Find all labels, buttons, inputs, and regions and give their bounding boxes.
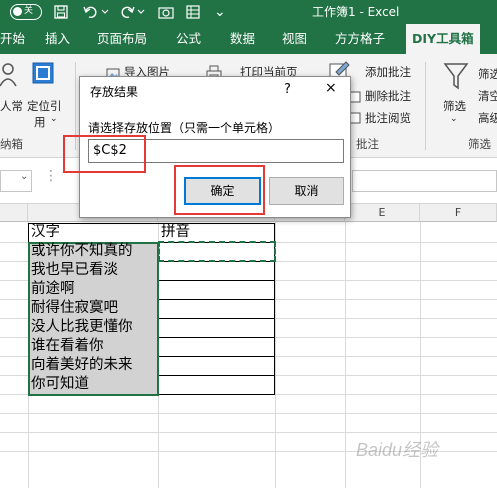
- person-icon[interactable]: [0, 60, 20, 88]
- table-border: [158, 280, 275, 281]
- undo-dropdown-icon[interactable]: [101, 9, 109, 15]
- save-icon[interactable]: [54, 5, 68, 19]
- table-border: [28, 223, 29, 243]
- autosave-toggle[interactable]: 关: [10, 4, 42, 20]
- tab-view[interactable]: 视图: [282, 24, 307, 54]
- table-border: [158, 356, 275, 357]
- column-header-e[interactable]: E: [345, 204, 420, 222]
- window-title: 工作簿1 - Excel: [312, 5, 400, 19]
- ribbon-tabs: 开始 插入 页面布局 公式 数据 视图 方方格子 DIY工具箱: [0, 24, 497, 54]
- copy-marquee: [158, 241, 276, 262]
- qat-more-icon[interactable]: ⌄: [214, 0, 226, 24]
- highlight-box-input: [63, 135, 146, 173]
- tab-page-layout[interactable]: 页面布局: [97, 24, 147, 54]
- gridline: [0, 432, 497, 433]
- undo-icon[interactable]: [83, 4, 99, 20]
- tab-diy-toolbox[interactable]: DIY工具箱: [406, 24, 480, 54]
- clear-menu-item[interactable]: 清空: [478, 88, 497, 104]
- add-comment-button[interactable]: 添加批注: [365, 64, 411, 80]
- dialog-title: 存放结果: [90, 85, 139, 99]
- cell-b8[interactable]: 向着美好的未来: [30, 356, 157, 375]
- chevron-down-icon[interactable]: ⌄: [20, 171, 28, 182]
- fixed-ref-sub-label: 用: [34, 115, 46, 129]
- help-button[interactable]: ?: [284, 82, 291, 97]
- redo-dropdown-icon[interactable]: [137, 9, 145, 15]
- autosave-label: 关: [24, 6, 34, 16]
- more-dots-icon: ⋮: [44, 168, 58, 184]
- table-border: [158, 394, 275, 395]
- worksheet-grid[interactable]: B C D E F 汉字 拼音 或许你不知真的 我也早已看淡 前途啊 耐得住寂寞…: [0, 204, 497, 488]
- highlight-box-ok: [174, 165, 265, 215]
- delete-comment-button[interactable]: 删除批注: [365, 88, 411, 104]
- watermark: Baidu经验: [356, 440, 439, 460]
- table-border: [158, 337, 275, 338]
- chevron-down-icon[interactable]: ⌄: [450, 114, 458, 124]
- group-label-filter: 筛选: [468, 137, 491, 151]
- tab-data[interactable]: 数据: [230, 24, 255, 54]
- chevron-down-icon[interactable]: ⌄: [50, 114, 58, 124]
- group-label-comments: 批注: [356, 137, 379, 151]
- group-divider: [425, 62, 426, 150]
- select-all-corner[interactable]: [0, 204, 28, 222]
- cell-b2[interactable]: 或许你不知真的: [30, 242, 157, 261]
- title-bar: 关 ⌄ 工作簿1 - Excel: [0, 0, 497, 24]
- person-button-label[interactable]: 人常: [0, 98, 23, 114]
- cell-b6[interactable]: 没人比我更懂你: [30, 318, 157, 337]
- fixed-ref-label[interactable]: 定位引: [27, 98, 62, 114]
- table-border: [158, 318, 275, 319]
- close-button[interactable]: ×: [325, 80, 337, 96]
- gridline: [0, 413, 497, 414]
- view-comments-button[interactable]: 批注阅览: [365, 110, 411, 126]
- cell-b1[interactable]: 汉字: [30, 223, 157, 242]
- filter-button[interactable]: 筛选: [443, 98, 466, 114]
- table-icon[interactable]: [186, 5, 200, 19]
- toggle-knob: [13, 7, 22, 16]
- formula-input[interactable]: [352, 170, 497, 192]
- cell-b3[interactable]: 我也早已看淡: [30, 261, 157, 280]
- table-border: [158, 299, 275, 300]
- column-header-f[interactable]: F: [420, 204, 497, 222]
- tab-insert[interactable]: 插入: [45, 24, 70, 54]
- advanced-menu-item[interactable]: 高级: [478, 110, 497, 126]
- cell-b7[interactable]: 谁在看着你: [30, 337, 157, 356]
- cell-b5[interactable]: 耐得住寂寞吧: [30, 299, 157, 318]
- redo-icon[interactable]: [119, 4, 135, 20]
- cell-c1[interactable]: 拼音: [160, 223, 273, 242]
- tab-formulas[interactable]: 公式: [176, 24, 201, 54]
- filter-funnel-icon[interactable]: [443, 62, 469, 90]
- tab-fangfang[interactable]: 方方格子: [335, 24, 385, 54]
- group-label-toolbox: 纳箱: [0, 137, 23, 151]
- table-border: [158, 375, 275, 376]
- dialog-prompt: 请选择存放位置（只需一个单元格）: [88, 121, 281, 135]
- tab-home[interactable]: 开始: [0, 24, 25, 54]
- cell-b4[interactable]: 前途啊: [30, 280, 157, 299]
- camera-icon[interactable]: [158, 5, 174, 19]
- filter-menu-item[interactable]: 筛选: [478, 66, 497, 82]
- cancel-button[interactable]: 取消: [269, 177, 344, 205]
- lock-reference-icon[interactable]: [32, 62, 54, 86]
- cell-b9[interactable]: 你可知道: [30, 375, 157, 394]
